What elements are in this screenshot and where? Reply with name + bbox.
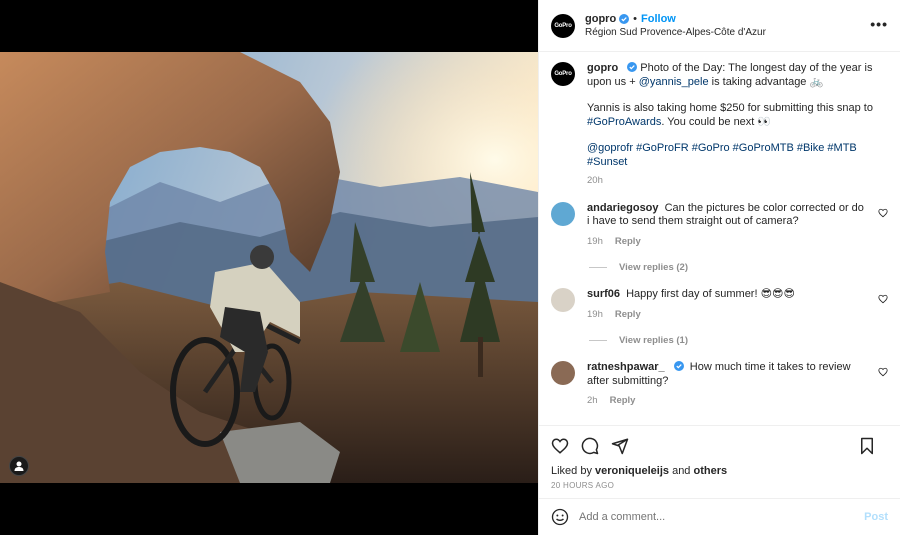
mountain-bike-photo [0, 52, 538, 483]
account-avatar[interactable]: GoPro [551, 13, 575, 38]
comment-composer: Post [539, 498, 900, 535]
comment-text: Happy first day of summer! 😎😎😎 [626, 288, 795, 300]
comment-age[interactable]: 2h [587, 394, 598, 408]
caption-username[interactable]: gopro [587, 62, 618, 74]
share-icon[interactable] [611, 437, 629, 455]
post-time[interactable]: 20 HOURS AGO [551, 481, 614, 490]
likes-others-link[interactable]: others [693, 465, 727, 477]
separator-dot: • [633, 13, 638, 25]
view-replies-button[interactable]: View replies (2) [589, 262, 888, 273]
commenter-avatar[interactable] [551, 361, 575, 385]
reply-button[interactable]: Reply [615, 235, 641, 249]
post-media [0, 0, 538, 535]
account-username[interactable]: gopro [585, 13, 616, 25]
likes-summary: Liked by veroniqueleijs and others [551, 465, 727, 477]
emoji-icon[interactable] [551, 508, 569, 526]
post-location[interactable]: Région Sud Provence-Alpes-Côte d'Azur [585, 27, 766, 38]
follow-button[interactable]: Follow [641, 13, 676, 25]
like-comment-icon[interactable] [878, 208, 888, 218]
commenter-username[interactable]: andariegosoy [587, 202, 659, 214]
verified-badge-icon [627, 62, 638, 72]
comment-age[interactable]: 19h [587, 235, 603, 249]
commenter-avatar[interactable] [551, 288, 575, 312]
comment-age[interactable]: 19h [587, 308, 603, 322]
post-side-panel: GoPro gopro • Follow Région Sud Provence… [538, 0, 900, 535]
caption-text-1-tail: is taking advantage 🚲 [708, 75, 824, 88]
verified-badge-icon [673, 361, 684, 371]
caption-text-2-tail: . You could be next 👀 [661, 115, 772, 128]
caption-text-2: Yannis is also taking home $250 for subm… [587, 102, 873, 114]
liked-by-user[interactable]: veroniqueleijs [595, 465, 669, 477]
like-comment-icon[interactable] [878, 367, 888, 377]
comment-input[interactable] [579, 511, 865, 523]
caption-age[interactable]: 20h [587, 174, 603, 188]
reply-button[interactable]: Reply [615, 308, 641, 322]
comment: surf06 Happy first day of summer! 😎😎😎 19… [551, 288, 888, 321]
post-actions-bar [539, 425, 900, 465]
caption: GoPro gopro Photo of the Day: The longes… [551, 62, 888, 188]
reply-button[interactable]: Reply [610, 394, 636, 408]
commenter-avatar[interactable] [551, 201, 575, 226]
more-options-icon[interactable]: ••• [870, 16, 888, 32]
save-icon[interactable] [858, 437, 876, 455]
caption-hashtags[interactable]: @goprofr #GoProFR #GoPro #GoProMTB #Bike… [587, 142, 857, 168]
comments-list[interactable]: GoPro gopro Photo of the Day: The longes… [539, 52, 900, 424]
commenter-username[interactable]: ratneshpawar_ [587, 361, 665, 373]
comment: andariegosoy Can the pictures be color c… [551, 201, 888, 249]
like-comment-icon[interactable] [878, 294, 888, 304]
view-replies-button[interactable]: View replies (1) [589, 335, 888, 346]
caption-hashtag-awards[interactable]: #GoProAwards [587, 116, 661, 128]
post-viewer: GoPro gopro • Follow Région Sud Provence… [0, 0, 900, 535]
comment-icon[interactable] [581, 437, 599, 455]
like-icon[interactable] [551, 437, 569, 455]
likes-prefix: Liked by [551, 465, 596, 477]
likes-middle: and [669, 465, 694, 477]
tagged-user-icon[interactable] [9, 456, 29, 476]
caption-avatar[interactable]: GoPro [551, 62, 575, 86]
post-photo[interactable] [0, 52, 538, 483]
caption-mention[interactable]: @yannis_pele [639, 76, 709, 88]
post-header: GoPro gopro • Follow Région Sud Provence… [539, 0, 900, 52]
commenter-username[interactable]: surf06 [587, 288, 620, 300]
comment: ratneshpawar_ How much time it takes to … [551, 361, 888, 408]
post-comment-button[interactable]: Post [864, 511, 888, 523]
verified-badge-icon [619, 14, 630, 24]
